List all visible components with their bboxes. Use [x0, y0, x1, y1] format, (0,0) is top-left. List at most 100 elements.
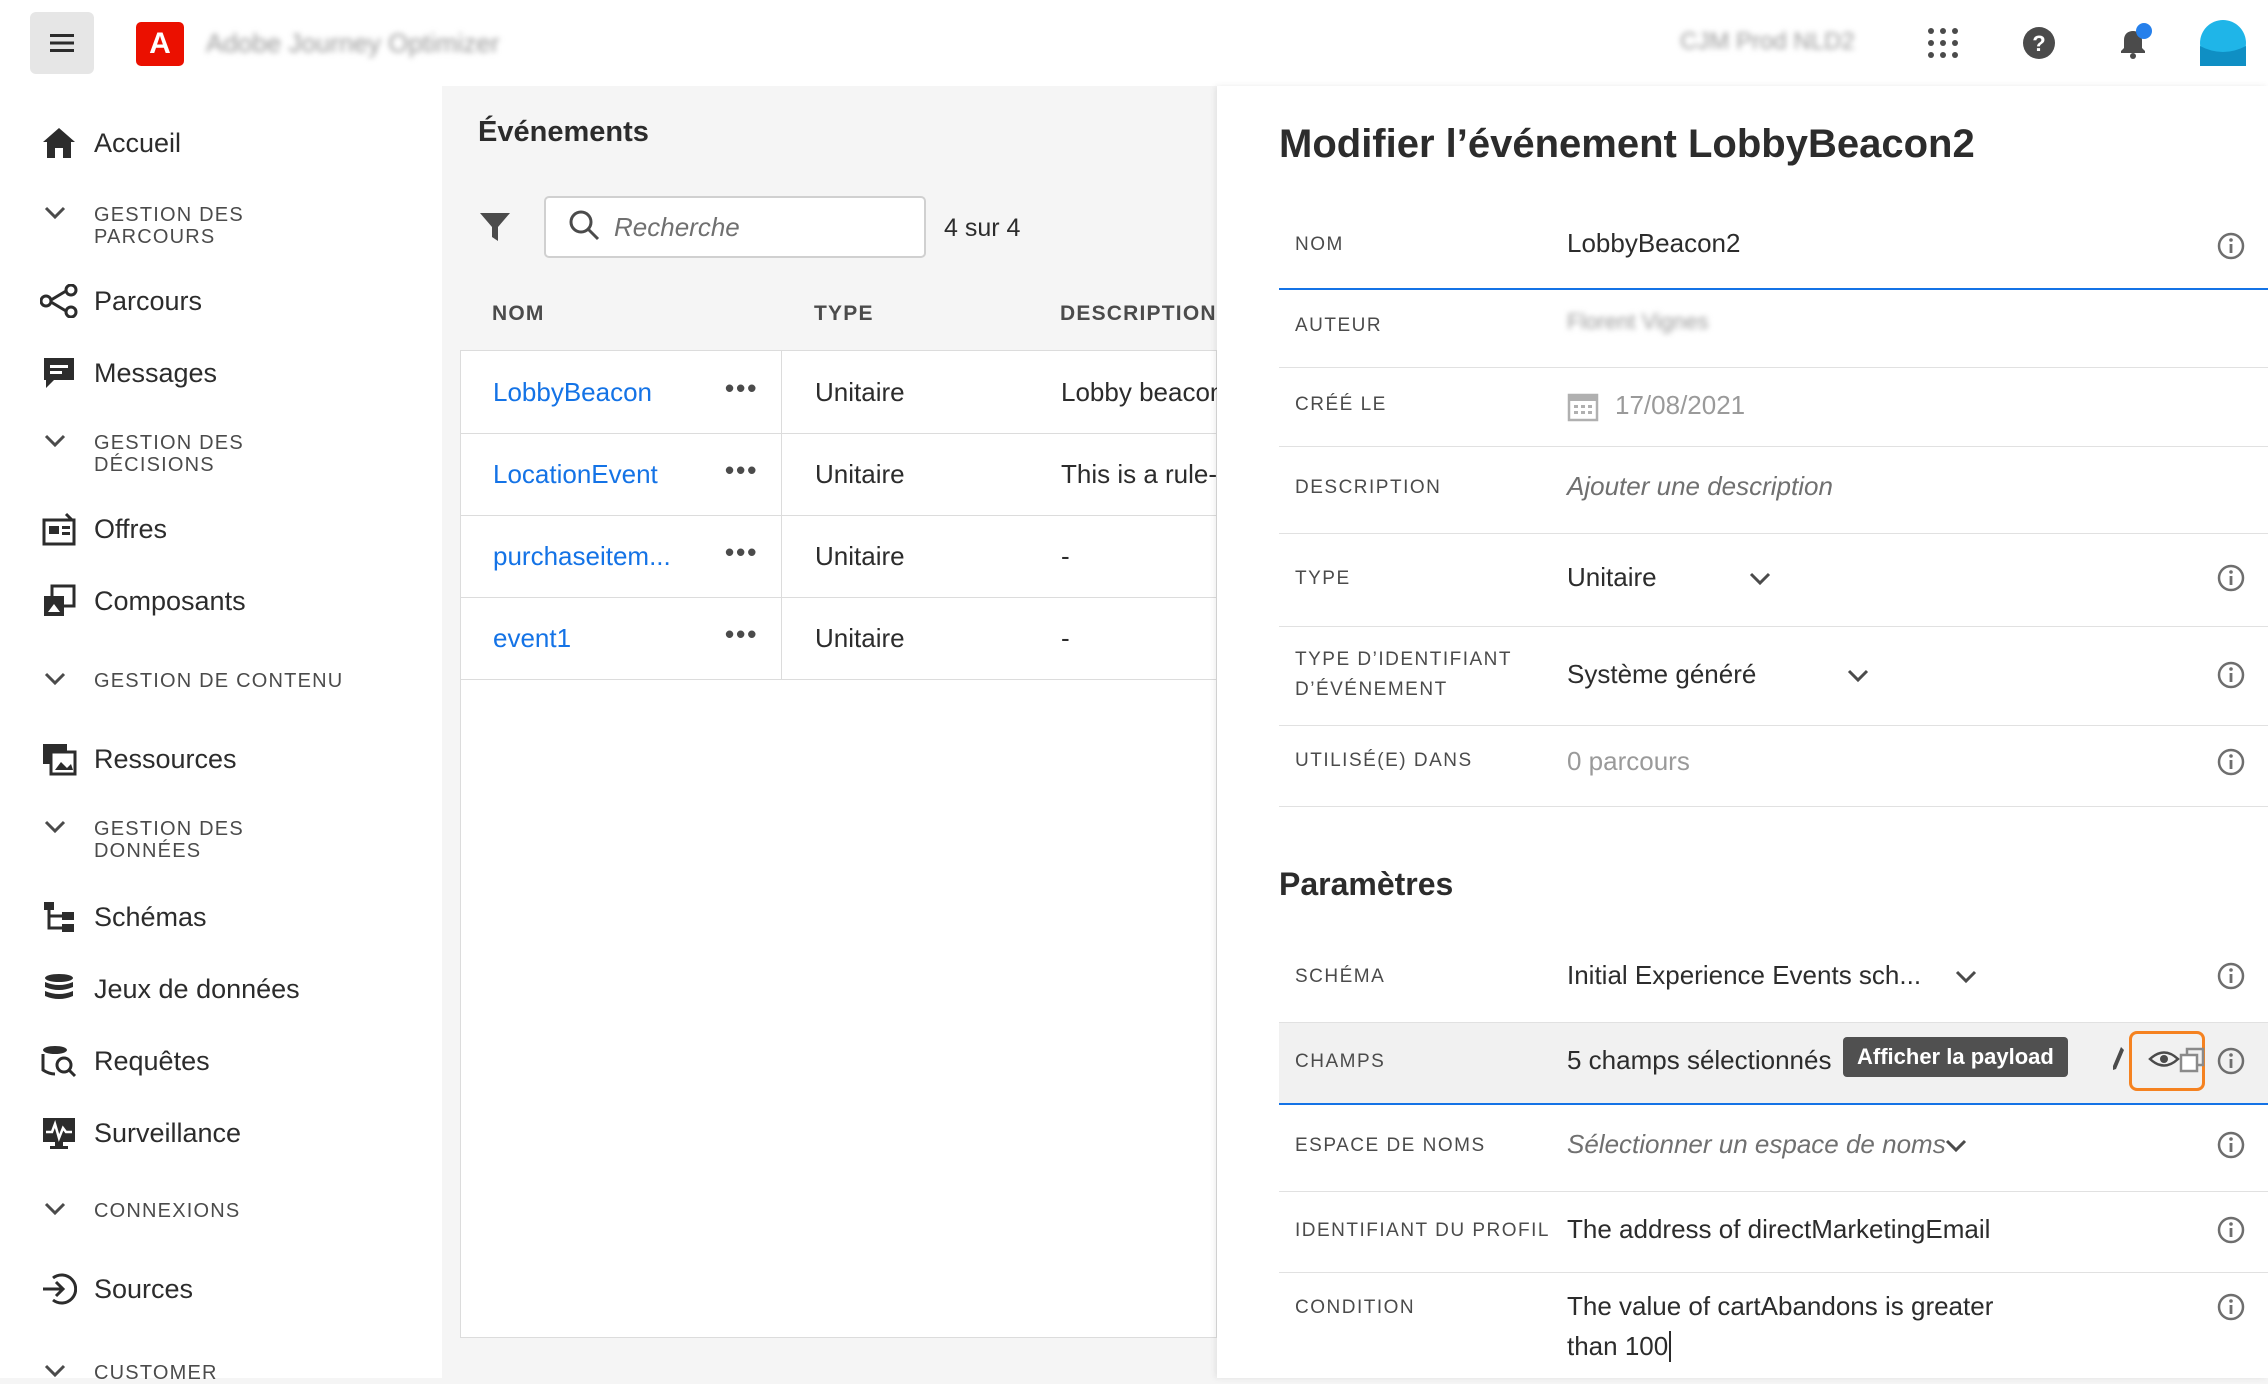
bell-icon: [2121, 23, 2152, 59]
edit-panel-title: Modifier l’événement LobbyBeacon2: [1279, 122, 1975, 166]
nav-item-sources[interactable]: Sources: [40, 1270, 193, 1308]
more-actions-button[interactable]: •••: [725, 373, 758, 404]
search-input[interactable]: Recherche: [544, 196, 926, 258]
field-description[interactable]: DESCRIPTION Ajouter une description: [1279, 447, 2268, 534]
condition-line-1[interactable]: The value of cartAbandons is greater: [1567, 1291, 1993, 1322]
nav-label: Sources: [94, 1273, 194, 1304]
field-condition[interactable]: CONDITION The value of cartAbandons is g…: [1279, 1273, 2268, 1378]
schema-select[interactable]: Initial Experience Events sch...: [1567, 960, 1921, 991]
event-name-link[interactable]: purchaseitem...: [493, 541, 671, 572]
nav-section-decisions[interactable]: GESTION DES DÉCISIONS: [44, 432, 284, 476]
field-type[interactable]: TYPE Unitaire: [1279, 534, 2268, 627]
nav-item-schemas[interactable]: Schémas: [40, 898, 207, 936]
nav-section-connexions[interactable]: CONNEXIONS: [44, 1200, 284, 1222]
condition-line-2[interactable]: than 100: [1567, 1331, 1672, 1362]
nav-item-composants[interactable]: Composants: [40, 582, 246, 620]
field-espace-de-noms[interactable]: ESPACE DE NOMS Sélectionner un espace de…: [1279, 1105, 2268, 1192]
nav-item-jeux-de-donnees[interactable]: Jeux de données: [40, 970, 300, 1008]
field-schema[interactable]: SCHÉMA Initial Experience Events sch...: [1279, 936, 2268, 1023]
schema-icon: [40, 898, 78, 936]
pencil-icon[interactable]: [2111, 1045, 2125, 1073]
profile-identifier-value[interactable]: The address of directMarketingEmail: [1567, 1214, 1990, 1245]
chevron-down-icon[interactable]: [1945, 1139, 1967, 1153]
chevron-down-icon: [44, 820, 74, 839]
info-icon[interactable]: [2217, 748, 2245, 776]
info-icon[interactable]: [2217, 232, 2245, 260]
column-header-type[interactable]: TYPE: [814, 302, 874, 326]
namespace-select[interactable]: Sélectionner un espace de noms: [1567, 1129, 1946, 1160]
nav-label: Parcours: [94, 285, 203, 316]
monitoring-icon: [40, 1114, 78, 1152]
nav-item-surveillance[interactable]: Surveillance: [40, 1114, 241, 1152]
adobe-logo[interactable]: A: [136, 22, 184, 66]
event-name-link[interactable]: event1: [493, 623, 571, 654]
field-label: AUTEUR: [1295, 315, 1383, 336]
table-row[interactable]: purchaseitem... ••• Unitaire -: [461, 515, 1218, 598]
event-description: -: [1061, 541, 1070, 571]
column-header-nom[interactable]: NOM: [492, 302, 545, 326]
nav-section-parcours[interactable]: GESTION DES PARCOURS: [44, 204, 284, 248]
more-actions-button[interactable]: •••: [725, 455, 758, 486]
nav-item-parcours[interactable]: Parcours: [40, 282, 202, 320]
user-avatar[interactable]: [2200, 20, 2246, 66]
event-name-link[interactable]: LocationEvent: [493, 459, 658, 490]
field-auteur: AUTEUR Florent Vignes: [1279, 289, 2268, 368]
filter-button[interactable]: [478, 210, 512, 249]
identifier-type-select[interactable]: Système généré: [1567, 659, 1756, 690]
nav-section-donnees[interactable]: GESTION DES DONNÉES: [44, 818, 284, 862]
org-switcher[interactable]: CJM Prod NLD2: [1680, 28, 1855, 56]
nav-item-accueil[interactable]: Accueil: [40, 124, 181, 162]
field-type-identifiant[interactable]: TYPE D’IDENTIFIANT D’ÉVÉNEMENT Système gé…: [1279, 627, 2268, 726]
info-icon[interactable]: [2217, 1216, 2245, 1244]
field-champs[interactable]: CHAMPS 5 champs sélectionnés Afficher la…: [1279, 1023, 2268, 1105]
eye-icon[interactable]: [2148, 1048, 2180, 1070]
info-icon[interactable]: [2217, 1293, 2245, 1321]
more-actions-button[interactable]: •••: [725, 619, 758, 650]
table-row[interactable]: LobbyBeacon ••• Unitaire Lobby beacon: [461, 351, 1224, 434]
description-input[interactable]: Ajouter une description: [1567, 471, 1833, 502]
assets-icon: [40, 740, 78, 778]
info-icon[interactable]: [2217, 962, 2245, 990]
name-input[interactable]: LobbyBeacon2: [1567, 228, 1740, 259]
nav-item-messages[interactable]: Messages: [40, 354, 217, 392]
notifications-button[interactable]: [2110, 20, 2156, 66]
chevron-down-icon[interactable]: [1749, 572, 1771, 586]
hamburger-menu-button[interactable]: [30, 12, 94, 74]
nav-section-contenu[interactable]: GESTION DE CONTENU: [44, 670, 394, 692]
grid-icon: [1928, 28, 1958, 58]
components-icon: [40, 582, 78, 620]
copy-icon[interactable]: [2179, 1047, 2205, 1073]
nav-item-offres[interactable]: Offres: [40, 510, 167, 548]
column-header-description[interactable]: DESCRIPTION: [1060, 302, 1217, 326]
chevron-down-icon[interactable]: [1955, 970, 1977, 984]
field-label-line: TYPE D’IDENTIFIANT: [1295, 649, 1513, 670]
table-row[interactable]: LocationEvent ••• Unitaire This is a rul…: [461, 433, 1232, 516]
chevron-down-icon: [44, 1364, 74, 1383]
field-nom[interactable]: NOM LobbyBeacon2: [1279, 206, 2268, 290]
table-row[interactable]: event1 ••• Unitaire -: [461, 597, 1218, 680]
field-label: NOM: [1295, 234, 1344, 255]
help-button[interactable]: ?: [2016, 20, 2062, 66]
avatar-icon: [2200, 20, 2246, 66]
nav-section-label: CONNEXIONS: [94, 1200, 241, 1222]
info-icon[interactable]: [2217, 1047, 2245, 1075]
info-icon[interactable]: [2217, 1131, 2245, 1159]
info-icon[interactable]: [2217, 661, 2245, 689]
chevron-down-icon[interactable]: [1847, 669, 1869, 683]
field-identifiant-profil[interactable]: IDENTIFIANT DU PROFIL The address of dir…: [1279, 1192, 2268, 1273]
info-icon[interactable]: [2217, 564, 2245, 592]
database-icon: [40, 970, 78, 1008]
fields-value[interactable]: 5 champs sélectionnés: [1567, 1045, 1831, 1076]
more-actions-button[interactable]: •••: [725, 537, 758, 568]
search-placeholder: Recherche: [614, 211, 740, 242]
nav-item-ressources[interactable]: Ressources: [40, 740, 237, 778]
used-in-value[interactable]: 0 parcours: [1567, 746, 1690, 777]
type-select[interactable]: Unitaire: [1567, 562, 1657, 593]
event-name-link[interactable]: LobbyBeacon: [493, 377, 652, 408]
field-label: DESCRIPTION: [1295, 477, 1442, 498]
nav-item-requetes[interactable]: Requêtes: [40, 1042, 210, 1080]
chevron-down-icon: [44, 206, 74, 225]
nav-section-customer[interactable]: CUSTOMER: [44, 1362, 284, 1384]
app-switcher-button[interactable]: [1920, 20, 1966, 66]
nav-label: Surveillance: [94, 1117, 242, 1148]
